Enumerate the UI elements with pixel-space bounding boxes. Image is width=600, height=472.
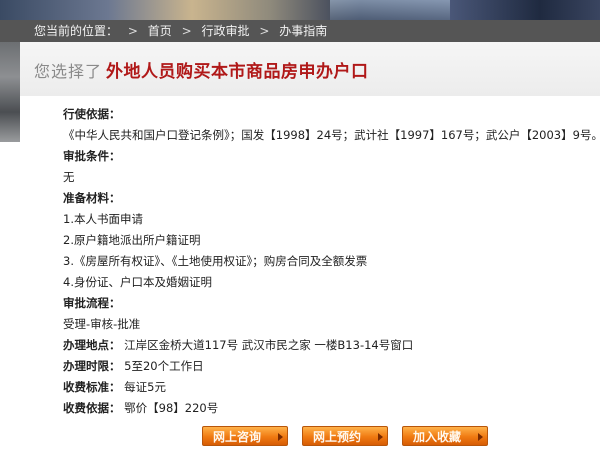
location-row: 办理地点： 江岸区金桥大道117号 武汉市民之家 一楼B13-14号窗口 [63,335,593,356]
fee-basis-label: 收费依据： [63,401,121,415]
breadcrumb-admin-approval-link[interactable]: 行政审批 [201,24,249,38]
breadcrumb-prefix: 您当前的位置： [34,24,119,38]
online-consult-button[interactable]: 网上咨询 [202,426,288,446]
time-value: 5至20个工作日 [124,359,204,373]
add-favorite-label: 加入收藏 [413,430,462,444]
breadcrumb: 您当前的位置： > 首页 > 行政审批 > 办事指南 [0,20,600,42]
fee-label: 收费标准： [63,380,121,394]
add-favorite-button[interactable]: 加入收藏 [402,426,488,446]
material-item: 4.身份证、户口本及婚姻证明 [63,275,212,289]
left-decorative-image [0,42,20,142]
selection-header: 您选择了 外地人员购买本市商品房申办户口 [20,42,600,96]
online-appointment-label: 网上预约 [313,430,362,444]
fee-basis-value: 鄂价【98】220号 [124,401,219,415]
materials-heading: 准备材料： [63,191,121,205]
breadcrumb-home-link[interactable]: 首页 [148,24,172,38]
material-item: 1.本人书面申请 [63,212,143,226]
breadcrumb-guide-link[interactable]: 办事指南 [279,24,327,38]
arrow-right-icon [478,433,483,441]
fee-basis-row: 收费依据： 鄂价【98】220号 [63,398,593,419]
breadcrumb-separator: > [259,24,270,38]
material-item: 2.原户籍地派出所户籍证明 [63,233,201,247]
fee-value: 每证5元 [124,380,166,394]
arrow-right-icon [278,433,283,441]
breadcrumb-separator: > [181,24,192,38]
process-text: 受理-审核-批准 [63,317,141,331]
page-title: 外地人员购买本市商品房申办户口 [106,62,369,82]
arrow-right-icon [378,433,383,441]
fee-row: 收费标准： 每证5元 [63,377,593,398]
selection-prefix: 您选择了 [34,62,103,81]
conditions-text: 无 [63,170,75,184]
time-label: 办理时限： [63,359,121,373]
time-row: 办理时限： 5至20个工作日 [63,356,593,377]
action-buttons: 网上咨询 网上预约 加入收藏 [0,426,600,448]
conditions-heading: 审批条件： [63,149,121,163]
online-appointment-button[interactable]: 网上预约 [302,426,388,446]
location-label: 办理地点： [63,338,121,352]
material-item: 3.《房屋所有权证》、《土地使用权证》；购房合同及全额发票 [63,254,368,268]
top-banner-image [0,0,600,20]
breadcrumb-separator: > [127,24,138,38]
guide-content: 行使依据： 《中华人民共和国户口登记条例》；国发【1998】24号；武计社【19… [63,104,600,419]
process-heading: 审批流程： [63,296,121,310]
basis-text: 《中华人民共和国户口登记条例》；国发【1998】24号；武计社【1997】167… [63,128,600,142]
basis-heading: 行使依据： [63,107,121,121]
location-value: 江岸区金桥大道117号 武汉市民之家 一楼B13-14号窗口 [124,338,414,352]
online-consult-label: 网上咨询 [213,430,262,444]
